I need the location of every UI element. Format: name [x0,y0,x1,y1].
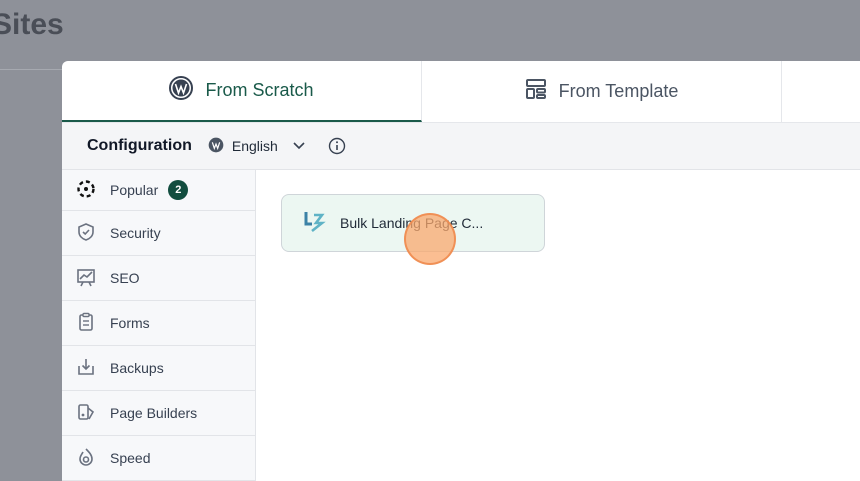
sidebar-item-backups[interactable]: Backups [62,346,255,391]
shield-icon [76,222,96,245]
info-icon[interactable] [328,137,346,155]
divider [0,69,62,70]
bulk-landing-logo-icon [302,209,326,238]
wordpress-icon [208,137,224,156]
language-value: English [231,138,278,154]
wordpress-icon [169,76,194,105]
sidebar-item-security[interactable]: Security [62,211,255,256]
page-title: Sites [0,8,64,41]
category-sidebar: Popular 2 Security SEO Forms Backups Pag… [62,170,256,481]
sidebar-item-label: Forms [110,315,150,331]
speed-icon [76,447,96,470]
sidebar-item-forms[interactable]: Forms [62,301,255,346]
add-site-modal: From Scratch From Template Configuration… [62,61,860,481]
count-badge: 2 [168,180,189,200]
sidebar-item-page-builders[interactable]: Page Builders [62,391,255,436]
clipboard-icon [76,312,96,335]
sidebar-item-label: Speed [110,450,151,466]
click-indicator [404,213,456,265]
template-icon [525,78,547,105]
tab-label: From Template [558,81,679,101]
sidebar-item-label: Backups [110,360,164,376]
chevron-down-icon [292,138,306,155]
sidebar-item-popular[interactable]: Popular 2 [62,170,255,211]
backup-download-icon [76,357,96,380]
tab-from-template[interactable]: From Template [422,61,782,122]
sidebar-item-label: SEO [110,270,140,286]
sidebar-item-speed[interactable]: Speed [62,436,255,481]
popular-icon [76,179,96,202]
sidebar-item-seo[interactable]: SEO [62,256,255,301]
seo-chart-icon [76,267,96,290]
configuration-label: Configuration [87,137,192,154]
language-select[interactable]: English [208,137,306,156]
page-builder-icon [76,402,96,425]
sidebar-item-label: Popular [110,182,159,198]
modal-body: Popular 2 Security SEO Forms Backups Pag… [62,170,860,481]
sidebar-item-label: Security [110,225,161,241]
tab-empty [782,61,860,122]
tab-from-scratch[interactable]: From Scratch [62,61,422,122]
plugin-list: Bulk Landing Page C... [256,170,860,481]
tab-bar: From Scratch From Template [62,61,860,123]
configuration-bar: Configuration English [62,123,860,170]
sidebar-item-label: Page Builders [110,405,198,421]
tab-label: From Scratch [205,80,314,100]
